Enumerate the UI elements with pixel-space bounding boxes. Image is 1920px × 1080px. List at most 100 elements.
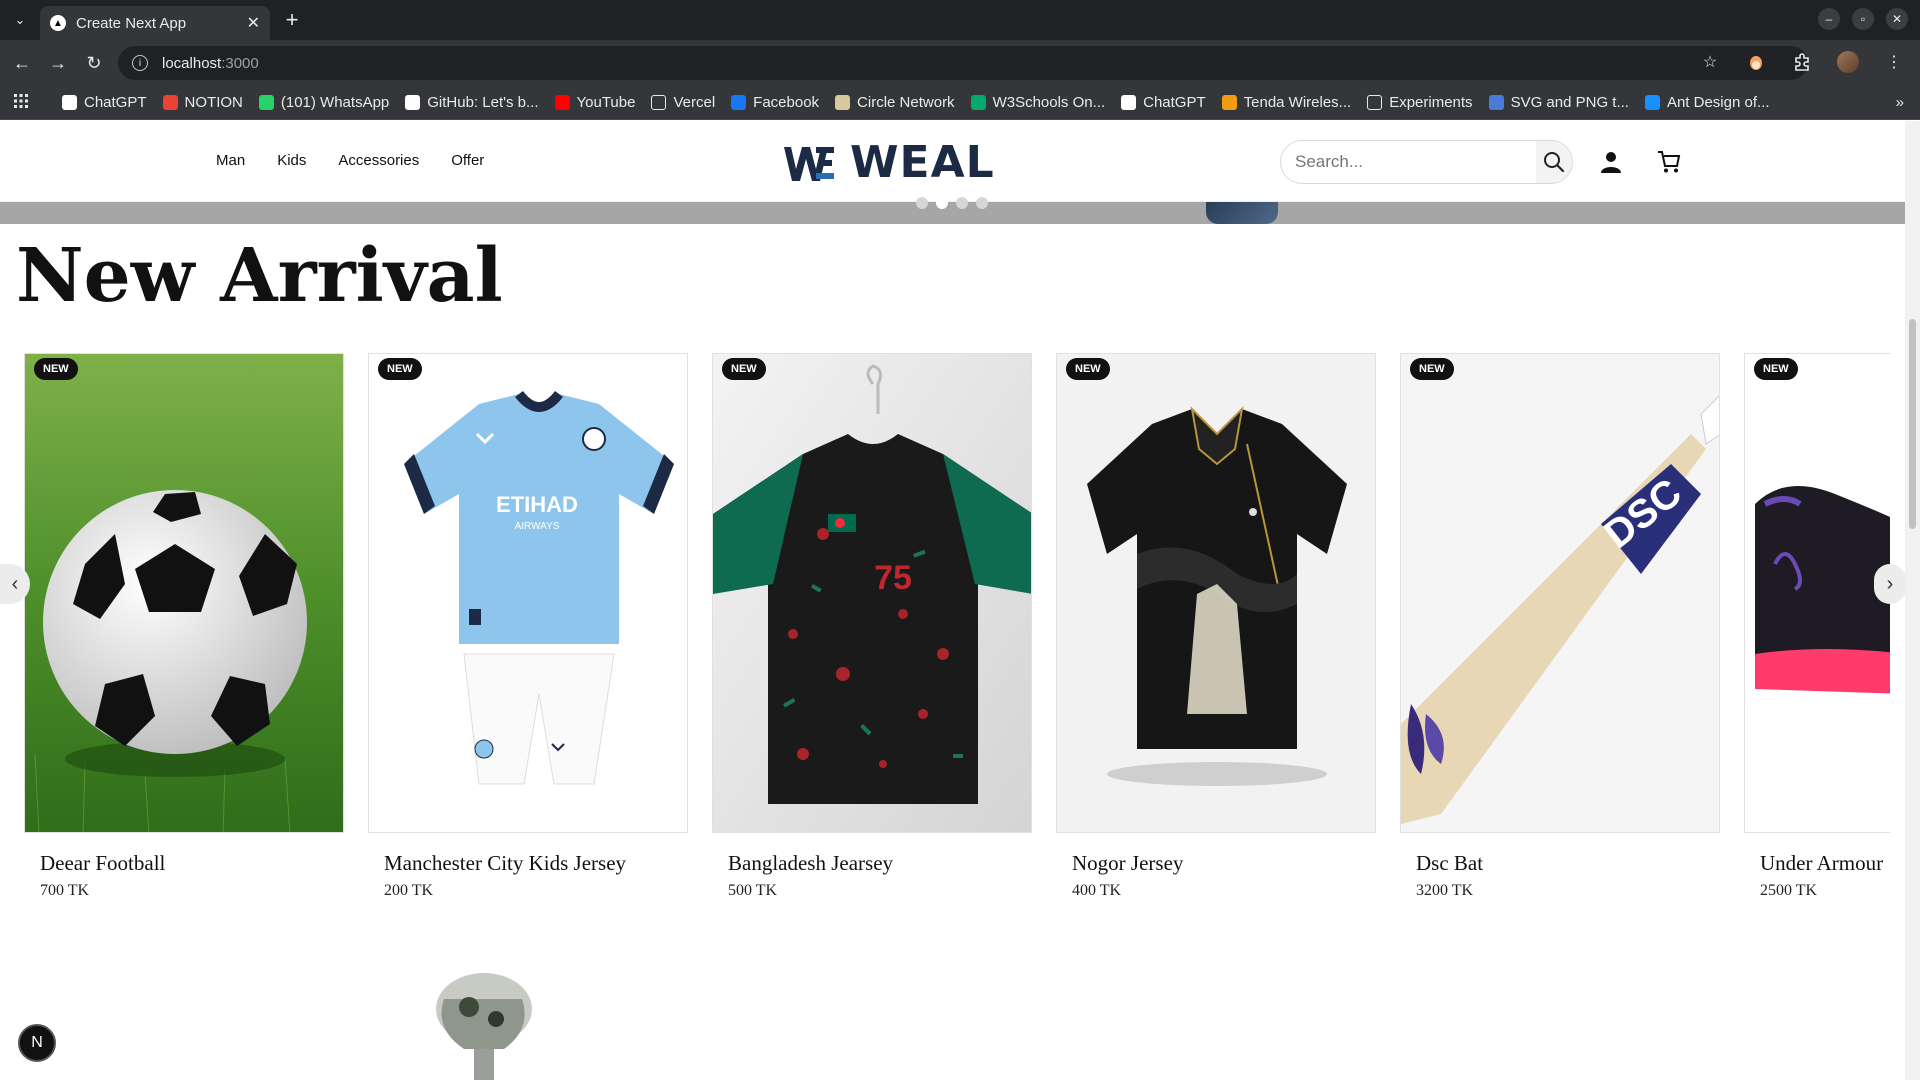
bookmark-item[interactable]: Ant Design of... [1644,94,1770,111]
new-badge: NEW [722,358,766,380]
bookmark-item[interactable]: ChatGPT [1121,94,1206,111]
bookmark-label: GitHub: Let's b... [427,94,539,111]
hero-dot-3[interactable] [956,197,968,209]
bookmark-item[interactable]: W3Schools On... [970,94,1105,111]
nav-link-man[interactable]: Man [216,152,245,169]
new-tab-button[interactable]: + [280,7,304,32]
chatgpt-icon [1121,95,1137,110]
back-button[interactable]: ← [10,51,34,75]
svg-icon [1488,95,1504,110]
logo-text: WEAL [850,137,995,188]
bookmark-item[interactable]: Tenda Wireles... [1221,94,1351,111]
bookmark-item[interactable]: SVG and PNG t... [1488,94,1629,111]
nav-link-offer[interactable]: Offer [451,152,484,169]
nav-link-accessories[interactable]: Accessories [338,152,419,169]
product-card[interactable]: NEW 75 Bangladesh Jearsey 500 TK [712,353,1032,899]
section-title: New Arrival [16,233,503,319]
scrollbar-thumb[interactable] [1909,319,1916,529]
carousel-next-button[interactable]: › [1874,564,1906,604]
tab-search-button[interactable]: ⌄ [8,8,32,32]
product-image-nogor-jersey[interactable]: NEW [1056,353,1376,833]
product-name[interactable]: Under Armour [1760,851,1883,876]
nav-link-kids[interactable]: Kids [277,152,306,169]
forward-button[interactable]: → [46,51,70,75]
product-price: 400 TK [1072,882,1122,899]
product-price: 200 TK [384,882,434,899]
reload-button[interactable]: ↻ [82,51,106,75]
product-name[interactable]: Bangladesh Jearsey [728,851,893,876]
bookmark-item[interactable]: ChatGPT [62,94,147,111]
window-controls: – ▫ ✕ [1818,8,1908,30]
close-window-button[interactable]: ✕ [1886,8,1908,30]
browser-tab[interactable]: ▲ Create Next App ✕ [40,6,270,40]
product-price: 3200 TK [1416,882,1474,899]
nextjs-favicon-icon: ▲ [50,15,66,31]
bookmark-label: Experiments [1389,94,1473,111]
new-badge: NEW [378,358,422,380]
new-badge: NEW [1066,358,1110,380]
minimize-button[interactable]: – [1818,8,1840,30]
shopping-cart-icon[interactable] [1656,149,1682,175]
tenda-icon [1221,95,1237,110]
bookmark-label: Ant Design of... [1666,94,1770,111]
product-image-bangladesh-jersey[interactable]: NEW 75 [712,353,1032,833]
new-badge: NEW [34,358,78,380]
bookmark-label: ChatGPT [84,94,147,111]
product-name[interactable]: Nogor Jersey [1072,851,1183,876]
product-card[interactable]: NEW Nogor Jersey 400 TK [1056,353,1376,899]
w3schools-icon [970,95,986,110]
site-logo[interactable]: WEAL [782,137,995,188]
svg-text:AIRWAYS: AIRWAYS [515,521,560,532]
browser-menu-icon[interactable]: ⋮ [1882,50,1906,74]
user-account-icon[interactable] [1598,149,1624,175]
restore-button[interactable]: ▫ [1852,8,1874,30]
main-nav: Man Kids Accessories Offer [216,152,484,169]
product-image-mancity-kit[interactable]: NEW ETIHAD AIRWAYS [368,353,688,833]
circle-network-icon [835,95,851,110]
url-host: localhost [162,54,222,72]
nextjs-dev-indicator[interactable]: N [18,1024,56,1062]
apps-grid-icon[interactable] [14,94,36,111]
hero-dot-1[interactable] [916,197,928,209]
hero-dot-2[interactable] [936,197,948,209]
bookmark-item[interactable]: Experiments [1367,94,1473,111]
site-info-icon[interactable]: i [132,55,148,71]
page-scrollbar[interactable] [1905,121,1920,1080]
new-badge: NEW [1410,358,1454,380]
hero-dot-4[interactable] [976,197,988,209]
product-image-football[interactable]: NEW [24,353,344,833]
product-name[interactable]: Manchester City Kids Jersey [384,851,626,876]
extensions-puzzle-icon[interactable] [1790,50,1814,74]
bookmark-item[interactable]: Circle Network [835,94,955,111]
product-price: 700 TK [40,882,90,899]
chatgpt-icon [62,95,77,110]
product-image-dsc-bat[interactable]: NEW DSC [1400,353,1720,833]
bookmark-star-icon[interactable]: ☆ [1698,50,1722,74]
bookmark-item[interactable]: Vercel [651,94,715,111]
address-bar[interactable]: i localhost:3000 [118,46,1808,80]
folder-icon [651,95,667,110]
bookmarks-overflow-icon[interactable]: » [1896,94,1904,111]
product-name[interactable]: Deear Football [40,851,165,876]
bookmark-item[interactable]: Facebook [731,94,819,111]
bookmark-item[interactable]: YouTube [554,94,635,111]
site-header: Man Kids Accessories Offer WEAL [0,121,1905,202]
bookmark-item[interactable]: GitHub: Let's b... [405,94,539,111]
trophy-image [436,973,532,1080]
code-icon [162,95,178,110]
bookmark-item[interactable]: NOTION [162,94,243,111]
bookmark-item[interactable]: (101) WhatsApp [258,94,390,111]
bookmark-label: (101) WhatsApp [280,94,390,111]
search-icon[interactable] [1536,141,1572,183]
profile-avatar-icon[interactable] [1836,50,1860,74]
search-input[interactable] [1281,141,1536,183]
product-card[interactable]: NEW Deear Football 700 TK [24,353,344,899]
whatsapp-icon [258,95,274,110]
product-card[interactable]: NEW ETIHAD AIRWAYS Manchester City Kids … [368,353,688,899]
tab-close-icon[interactable]: ✕ [247,13,260,33]
extension-icon[interactable] [1744,50,1768,74]
product-card[interactable]: NEW Under Armour 2500 TK [1744,353,1890,913]
product-name[interactable]: Dsc Bat [1416,851,1483,876]
product-image-under-armour-shoe[interactable]: NEW [1744,353,1890,833]
product-card[interactable]: NEW DSC Dsc Bat 3200 TK [1400,353,1720,899]
